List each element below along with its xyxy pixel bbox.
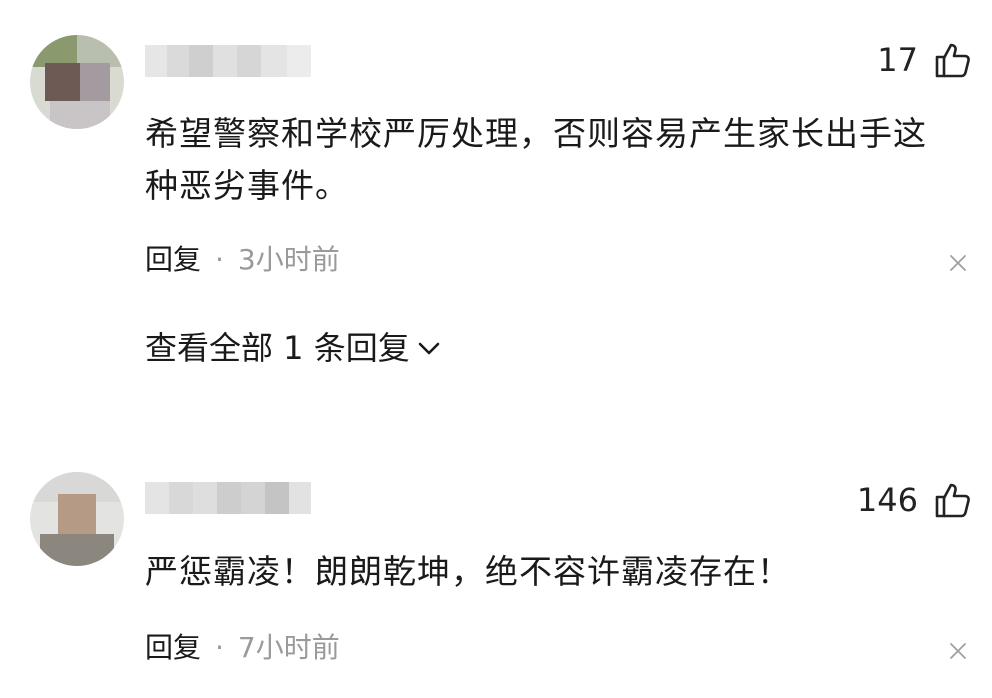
meta-separator: · — [215, 631, 224, 664]
view-all-replies-button[interactable]: 查看全部 1 条回复 — [145, 328, 442, 368]
chevron-down-icon — [418, 342, 440, 355]
thumbs-up-icon[interactable] — [933, 480, 973, 520]
comment-text: 希望警察和学校严厉处理，否则容易产生家长出手这 种恶劣事件。 — [145, 108, 927, 212]
reply-button[interactable]: 回复 — [145, 243, 201, 276]
comment-meta: 回复 · 7小时前 — [145, 630, 340, 666]
meta-separator: · — [215, 243, 224, 276]
reply-button[interactable]: 回复 — [145, 631, 201, 664]
close-icon[interactable] — [947, 640, 969, 662]
username-blurred — [145, 45, 311, 77]
username-blurred — [145, 482, 311, 514]
comment-meta: 回复 · 3小时前 — [145, 242, 340, 278]
comment-time: 7小时前 — [237, 631, 340, 664]
close-icon[interactable] — [947, 252, 969, 274]
view-all-replies-label: 查看全部 1 条回复 — [145, 329, 410, 367]
comment-time: 3小时前 — [237, 243, 340, 276]
avatar[interactable] — [30, 35, 124, 129]
like-count: 17 — [877, 41, 918, 79]
comment-text-line: 严惩霸凌！朗朗乾坤，绝不容许霸凌存在！ — [145, 552, 791, 591]
comment-text-line: 种恶劣事件。 — [145, 166, 349, 205]
avatar[interactable] — [30, 472, 124, 566]
like-count: 146 — [856, 481, 918, 519]
comment-text: 严惩霸凌！朗朗乾坤，绝不容许霸凌存在！ — [145, 546, 791, 598]
thumbs-up-icon[interactable] — [933, 40, 973, 80]
comment-text-line: 希望警察和学校严厉处理，否则容易产生家长出手这 — [145, 114, 927, 153]
